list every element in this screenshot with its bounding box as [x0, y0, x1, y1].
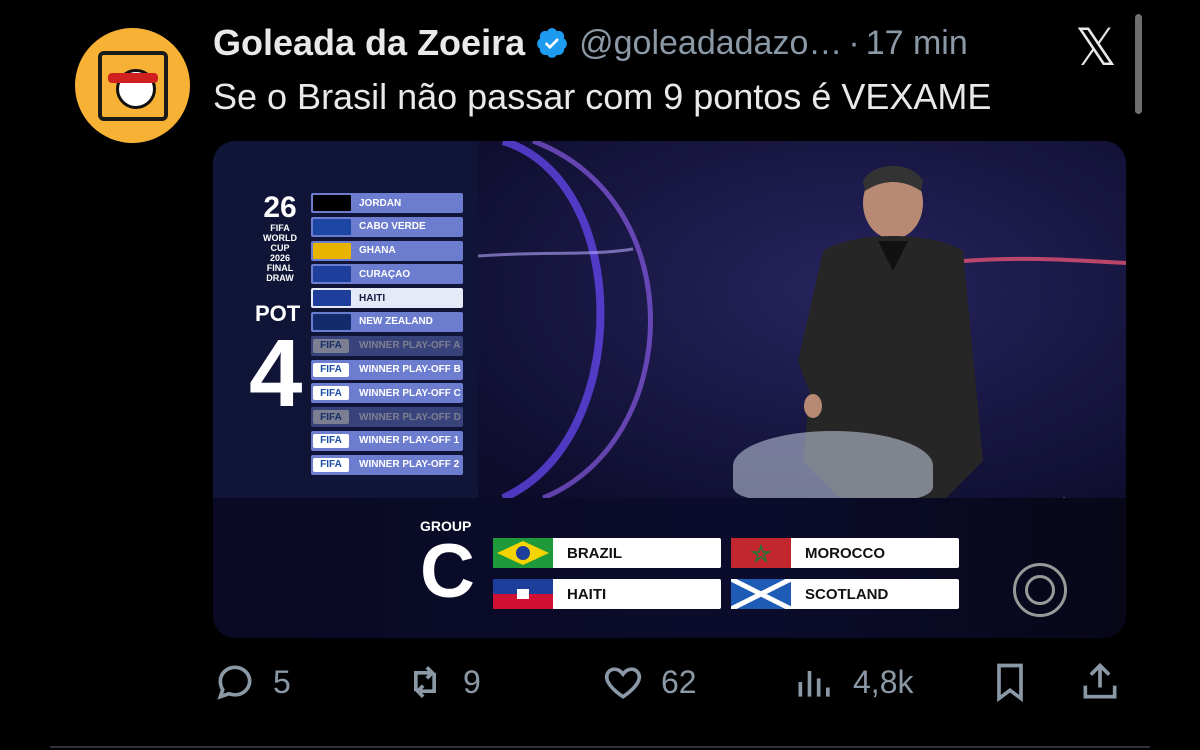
pot-team-name: NEW ZEALAND [359, 316, 433, 328]
pot-team-list: JORDAN CABO VERDE GHANA CURAÇAO HAITI NEW ZEA… [311, 193, 463, 479]
pot-team-row: FIFA WINNER PLAY-OFF C [311, 383, 463, 404]
share-icon [1083, 662, 1117, 699]
share-button[interactable] [1078, 660, 1138, 704]
like-button[interactable]: 62 [601, 660, 697, 704]
fifa-badge-icon: FIFA [313, 362, 349, 377]
fifa-badge-icon: FIFA [313, 433, 349, 448]
pot-team-row: FIFA WINNER PLAY-OFF 1 [311, 430, 463, 451]
group-team-brazil: BRAZIL [493, 538, 721, 568]
team-flag-icon [313, 195, 351, 211]
pot-team-name: GHANA [359, 245, 396, 257]
tweet-media-image[interactable]: 26 FIFA WORLD CUP 2026 FINAL DRAW POT 4 … [213, 141, 1126, 638]
pot-number: 4 [249, 320, 303, 427]
pot-team-row: HAITI [311, 288, 463, 309]
group-letter: C [420, 529, 475, 614]
bookmark-button[interactable] [988, 660, 1048, 704]
world-cup-logo: 26 FIFA WORLD CUP 2026 FINAL DRAW [263, 191, 297, 284]
fifa-badge-icon: FIFA [313, 338, 349, 353]
team-flag-icon [313, 290, 351, 307]
fifa-badge-icon: FIFA [313, 386, 349, 401]
retweet-icon [414, 666, 436, 698]
views-button[interactable]: 4,8k [793, 660, 913, 704]
pot-team-name: WINNER PLAY-OFF C [359, 387, 461, 399]
author-handle[interactable]: @goleadadazo… [579, 24, 842, 63]
team-flag-icon [313, 266, 351, 283]
heart-icon [604, 667, 642, 699]
pot-team-name: CABO VERDE [359, 221, 426, 233]
views-chart-icon [798, 671, 830, 697]
x-logo-icon[interactable]: 𝕏 [1075, 22, 1117, 74]
pot-team-row: JORDAN [311, 193, 463, 213]
like-count: 62 [661, 663, 697, 700]
pot-team-name: WINNER PLAY-OFF 2 [359, 459, 460, 471]
fifa-badge-icon: FIFA [313, 457, 349, 472]
reply-count: 5 [273, 663, 291, 700]
separator-dot: · [848, 23, 860, 62]
group-team-morocco: MOROCCO [731, 538, 959, 568]
views-count: 4,8k [853, 663, 914, 700]
brazil-flag-icon [493, 538, 553, 568]
tweet-action-bar: 5 9 62 4,8k [213, 660, 1133, 712]
scotland-flag-icon [731, 579, 791, 609]
author-avatar[interactable] [75, 28, 190, 143]
group-team-scotland: SCOTLAND [731, 579, 959, 609]
pot-team-name: JORDAN [359, 197, 402, 209]
haiti-flag-icon [493, 579, 553, 609]
fifa-badge-icon: FIFA [313, 410, 349, 425]
reply-icon [217, 665, 252, 700]
tweet-text: Se o Brasil não passar com 9 pontos é VE… [213, 76, 992, 117]
draw-bowl [733, 431, 933, 501]
retweet-button[interactable]: 9 [403, 660, 481, 704]
pot-team-row: FIFA WINNER PLAY-OFF B [311, 359, 463, 380]
group-panel: GROUP C BRAZIL MOROCCO HAITI SCOTLAND [213, 498, 1126, 638]
pot-team-name: HAITI [359, 292, 386, 304]
tv-globo-logo-icon [1013, 563, 1067, 617]
team-flag-icon [313, 218, 351, 235]
verified-badge-icon [537, 28, 567, 58]
team-flag-icon [313, 313, 351, 330]
morocco-flag-icon [731, 538, 791, 568]
pot-team-name: WINNER PLAY-OFF A [359, 340, 461, 352]
pot-team-name: WINNER PLAY-OFF D [359, 411, 461, 423]
bookmark-icon [997, 663, 1023, 703]
author-name[interactable]: Goleada da Zoeira [213, 22, 525, 64]
tweet-timestamp[interactable]: 17 min [866, 24, 968, 63]
pot-team-row: CABO VERDE [311, 216, 463, 237]
divider [50, 746, 1150, 748]
group-team-haiti: HAITI [493, 579, 721, 609]
pot-team-row: CURAÇAO [311, 264, 463, 285]
pot-team-row: FIFA WINNER PLAY-OFF A [311, 335, 463, 356]
pot-team-name: WINNER PLAY-OFF 1 [359, 435, 460, 447]
tweet-header: Goleada da Zoeira @goleadadazo… · 17 min [213, 22, 968, 64]
retweet-count: 9 [463, 663, 481, 700]
reply-button[interactable]: 5 [213, 660, 291, 704]
pot-team-row: FIFA WINNER PLAY-OFF 2 [311, 454, 463, 475]
pot-team-row: FIFA WINNER PLAY-OFF D [311, 407, 463, 428]
pot-team-name: WINNER PLAY-OFF B [359, 364, 461, 376]
pot-team-row: NEW ZEALAND [311, 311, 463, 332]
avatar-logo-icon [97, 50, 168, 121]
scrollbar[interactable] [1135, 14, 1142, 114]
pot-team-name: CURAÇAO [359, 268, 411, 280]
pot-panel: 26 FIFA WORLD CUP 2026 FINAL DRAW POT 4 … [213, 141, 478, 498]
pot-team-row: GHANA [311, 240, 463, 261]
team-flag-icon [313, 242, 351, 259]
